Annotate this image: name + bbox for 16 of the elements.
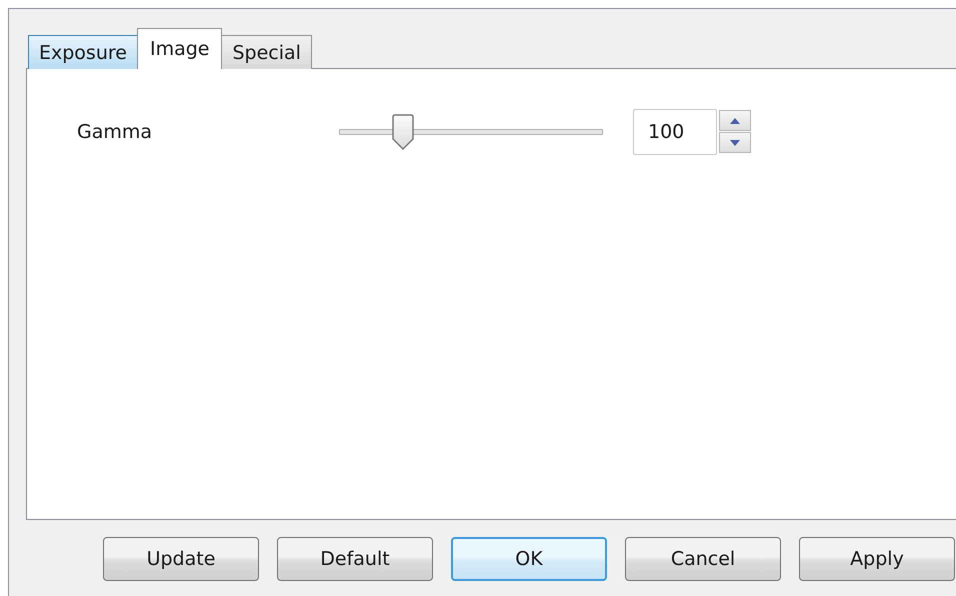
up-arrow-icon <box>730 118 740 124</box>
dialog-button[interactable]: Cancel <box>625 537 781 581</box>
slider[interactable] <box>339 114 603 150</box>
spin-down-button[interactable] <box>719 132 751 153</box>
dialog-button[interactable]: Apply <box>799 537 955 581</box>
dialog-button[interactable]: Default <box>277 537 433 581</box>
dialog-button[interactable]: OK <box>451 537 607 581</box>
down-arrow-icon <box>730 140 740 146</box>
slider-thumb[interactable] <box>392 114 414 150</box>
dialog-button[interactable]: Update <box>103 537 259 581</box>
tab[interactable]: Image <box>136 28 222 69</box>
number-field[interactable]: 100 <box>633 109 717 155</box>
spin-up-button[interactable] <box>719 110 751 131</box>
tab[interactable]: Special <box>221 35 312 69</box>
tab[interactable]: Exposure <box>28 35 138 69</box>
setting-label: Gamma <box>77 121 154 143</box>
